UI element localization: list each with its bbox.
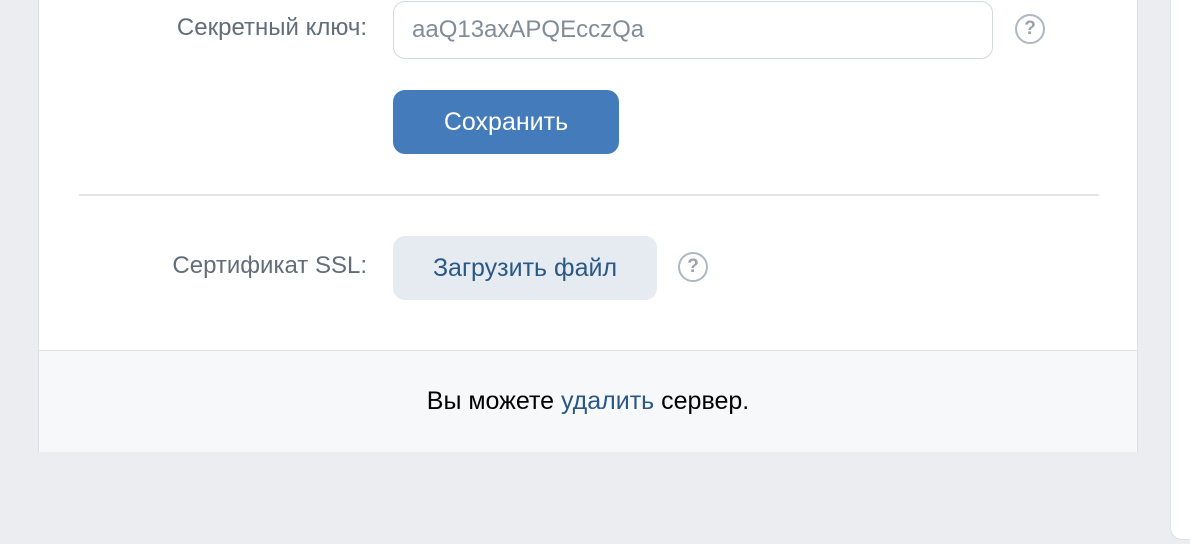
settings-card: Секретный ключ: ? Сохранить Сертификат S… [38, 0, 1138, 452]
section-divider [79, 194, 1099, 196]
page: Секретный ключ: ? Сохранить Сертификат S… [0, 0, 1190, 544]
side-panel-edge [1170, 0, 1190, 540]
footer-text-suffix: сервер. [661, 387, 750, 415]
footer-text-prefix: Вы можете [426, 387, 555, 415]
ssl-certificate-label: Сертификат SSL: [172, 252, 367, 279]
secret-key-input[interactable] [393, 1, 993, 59]
save-button[interactable]: Сохранить [393, 90, 619, 154]
help-icon[interactable]: ? [678, 252, 708, 282]
delete-server-footer: Вы можете удалить сервер. [39, 350, 1137, 452]
ssl-certificate-row: Сертификат SSL: Загрузить файл ? [39, 236, 1137, 300]
secret-key-row: Секретный ключ: ? Сохранить [39, 0, 1137, 154]
delete-server-link[interactable]: удалить [561, 387, 654, 415]
secret-key-label: Секретный ключ: [176, 14, 367, 41]
upload-file-button[interactable]: Загрузить файл [393, 236, 657, 300]
help-icon[interactable]: ? [1015, 14, 1045, 44]
